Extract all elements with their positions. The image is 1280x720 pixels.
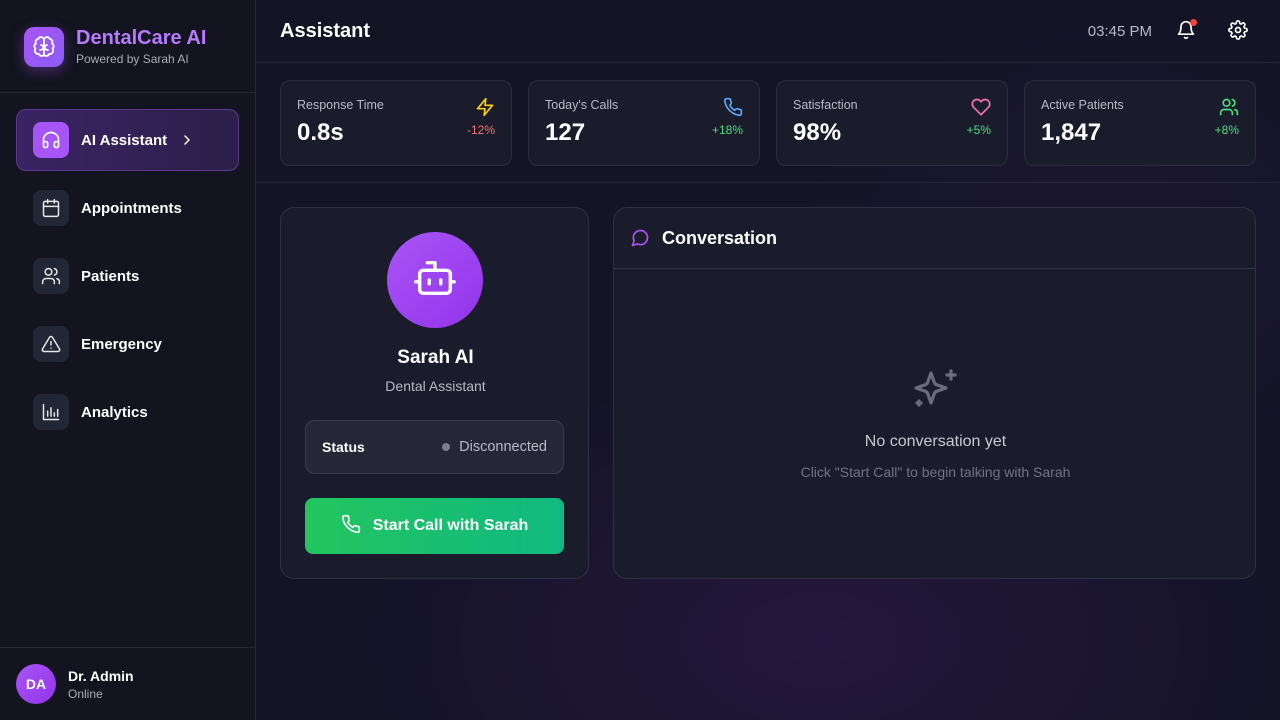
sidebar-item-appointments[interactable]: Appointments (16, 177, 239, 239)
sidebar-item-analytics[interactable]: Analytics (16, 381, 239, 443)
bot-icon (412, 255, 458, 306)
notifications-button[interactable] (1170, 16, 1202, 48)
stat-card-response-time: Response Time 0.8s -12% (280, 80, 512, 166)
stat-card-satisfaction: Satisfaction 98% +5% (776, 80, 1008, 166)
stat-change: +5% (966, 123, 991, 137)
stat-card-active-patients: Active Patients 1,847 +8% (1024, 80, 1256, 166)
phone-icon (341, 514, 361, 539)
stat-value: 127 (545, 119, 586, 146)
sidebar-item-label: Appointments (81, 199, 182, 217)
start-call-label: Start Call with Sarah (372, 517, 529, 534)
calendar-icon (33, 190, 69, 226)
status-label: Status (322, 439, 365, 455)
conversation-title: Conversation (662, 228, 778, 248)
stat-label: Active Patients (1041, 98, 1124, 112)
sidebar-item-label: Analytics (81, 403, 148, 421)
start-call-button[interactable]: Start Call with Sarah (305, 498, 564, 554)
stat-value: 0.8s (297, 119, 344, 146)
message-circle-icon (630, 228, 650, 253)
sidebar-item-label: AI Assistant (81, 131, 168, 149)
brand-title: DentalCare AI (76, 27, 207, 49)
heart-icon (971, 97, 991, 122)
empty-state-title: No conversation yet (864, 433, 1007, 450)
bot-avatar (387, 232, 483, 328)
assistant-role: Dental Assistant (385, 378, 486, 394)
stat-card-todays-calls: Today's Calls 127 +18% (528, 80, 760, 166)
stat-change: -12% (466, 123, 495, 137)
conversation-panel: Conversation No conversation yet Click "… (613, 207, 1256, 579)
sidebar-item-label: Emergency (81, 335, 162, 353)
sparkles-icon (911, 367, 959, 420)
status-box: Status Disconnected (305, 420, 564, 474)
divider (0, 647, 255, 648)
users-icon (33, 258, 69, 294)
settings-button[interactable] (1222, 16, 1254, 48)
brand-subtitle: Powered by Sarah AI (76, 52, 189, 66)
status-value: Disconnected (459, 439, 547, 455)
divider (0, 92, 255, 93)
page-title: Assistant (280, 20, 371, 42)
users-icon (1219, 97, 1239, 122)
brand[interactable]: DentalCare AI Powered by Sarah AI (24, 26, 206, 67)
user-profile[interactable]: DA Dr. Admin Online (16, 664, 134, 704)
assistant-panel: Sarah AI Dental Assistant Status Disconn… (280, 207, 589, 579)
brain-icon (24, 26, 64, 67)
sidebar-nav: AI Assistant Appointments Patients Emerg… (16, 109, 239, 449)
stat-label: Today's Calls (545, 98, 619, 112)
status-dot-icon (442, 443, 451, 451)
stat-change: +8% (1214, 123, 1239, 137)
sidebar-item-patients[interactable]: Patients (16, 245, 239, 307)
sidebar-item-emergency[interactable]: Emergency (16, 313, 239, 375)
stat-value: 1,847 (1041, 119, 1102, 146)
top-header: Assistant 03:45 PM (256, 0, 1280, 63)
headphones-icon (33, 122, 69, 158)
phone-icon (723, 97, 743, 122)
connection-status: Disconnected (442, 439, 547, 455)
lightning-icon (475, 97, 495, 122)
stat-value: 98% (793, 119, 842, 146)
avatar: DA (16, 664, 56, 704)
chevron-right-icon (179, 132, 195, 148)
conversation-header: Conversation (614, 208, 1255, 269)
stat-change: +18% (711, 123, 743, 137)
bar-chart-icon (33, 394, 69, 430)
clock: 03:45 PM (1087, 23, 1152, 40)
warning-triangle-icon (33, 326, 69, 362)
empty-state-hint: Click "Start Call" to begin talking with… (800, 464, 1071, 480)
gear-icon (1228, 19, 1248, 45)
sidebar: DentalCare AI Powered by Sarah AI AI Ass… (0, 0, 256, 720)
sidebar-item-ai-assistant[interactable]: AI Assistant (16, 109, 239, 171)
notification-dot (1190, 19, 1197, 26)
user-status: Online (68, 686, 103, 701)
sidebar-item-label: Patients (81, 267, 140, 285)
assistant-name: Sarah AI (397, 347, 474, 368)
user-name: Dr. Admin (68, 667, 134, 684)
stat-label: Response Time (297, 98, 384, 112)
divider (256, 182, 1280, 183)
stat-label: Satisfaction (793, 98, 858, 112)
